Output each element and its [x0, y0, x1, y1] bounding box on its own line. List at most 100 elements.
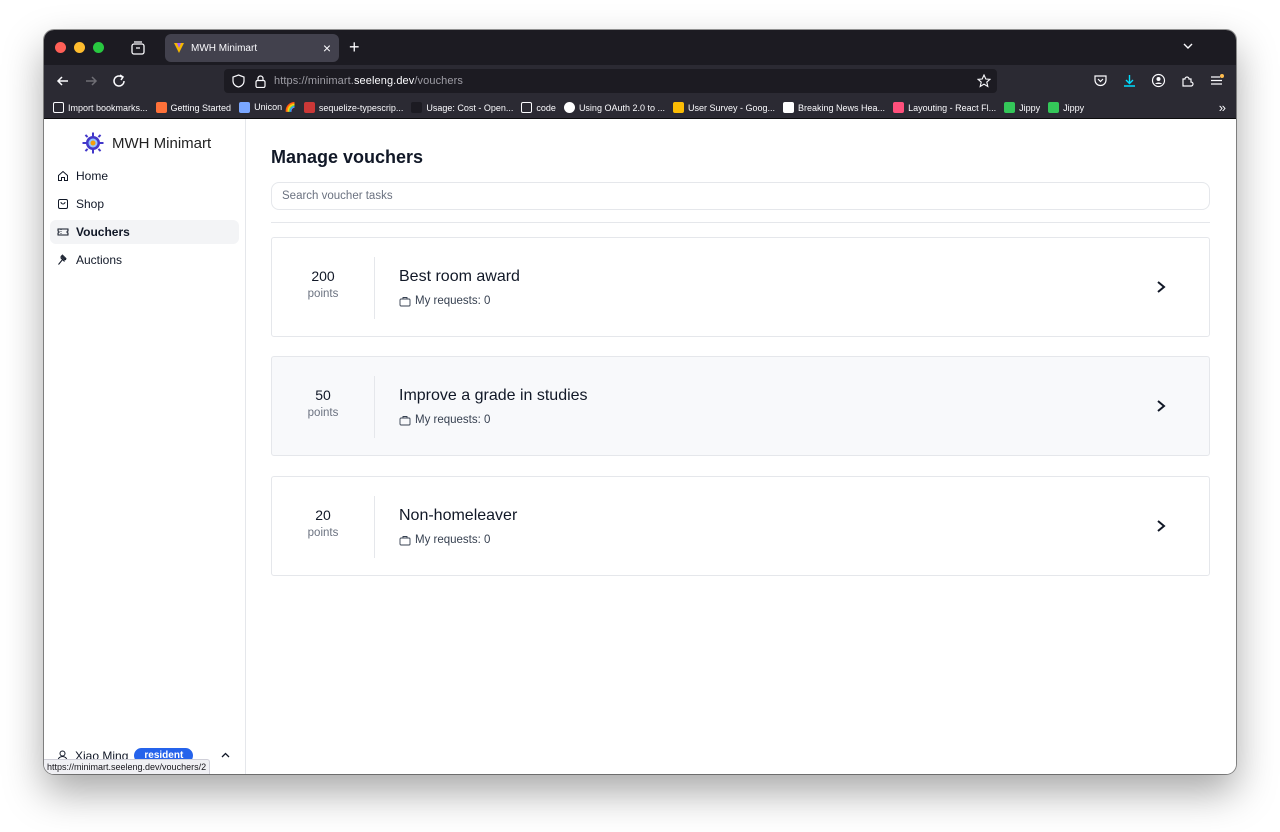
voucher-card[interactable]: 200 points Best room award My requests: …	[271, 237, 1210, 337]
home-icon	[58, 170, 68, 181]
bookmark-item[interactable]: Usage: Cost - Open...	[411, 102, 513, 113]
bookmark-item[interactable]: code	[521, 102, 556, 113]
bookmark-item[interactable]: User Survey - Goog...	[672, 102, 776, 113]
sidebar-item-label: Auctions	[76, 253, 123, 267]
voucher-title: Non-homeleaver	[399, 507, 518, 524]
points-value: 50	[315, 387, 331, 403]
bookmark-item[interactable]: Layouting - React Fl...	[893, 102, 996, 113]
requests-text: My requests: 0	[415, 414, 491, 426]
points-unit: points	[307, 407, 339, 419]
sidebar-item-auctions[interactable]: Auctions	[50, 248, 239, 272]
download-icon[interactable]	[1122, 73, 1137, 88]
points-value: 200	[311, 268, 335, 284]
points-block: 200 points	[272, 268, 374, 300]
google-icon	[563, 102, 575, 113]
navigation-toolbar: https://minimart.seeleng.dev/vouchers	[44, 65, 1236, 97]
bookmark-label: Layouting - React Fl...	[908, 102, 997, 113]
bookmark-label: User Survey - Goog...	[687, 102, 776, 113]
page-content: MWH Minimart Home Shop Vouchers Auctions…	[44, 119, 1236, 774]
new-tab-button[interactable]: +	[349, 38, 360, 56]
more-bookmarks-icon[interactable]: »	[1219, 101, 1226, 114]
gear-logo-icon	[82, 132, 104, 154]
ticket-icon	[57, 228, 69, 236]
voucher-card[interactable]: 50 points Improve a grade in studies My …	[271, 356, 1210, 456]
reload-icon[interactable]	[111, 73, 127, 89]
sidebar-item-home[interactable]: Home	[50, 164, 239, 188]
briefcase-icon	[399, 415, 411, 425]
bookmark-star-icon[interactable]	[977, 74, 991, 88]
bookmark-item[interactable]: Using OAuth 2.0 to ...	[563, 102, 665, 113]
briefcase-icon	[399, 296, 411, 306]
sidebar-item-shop[interactable]: Shop	[50, 192, 239, 216]
requests-info: My requests: 0	[399, 414, 490, 426]
chevron-right-icon[interactable]	[1155, 399, 1167, 413]
chevron-right-icon[interactable]	[1155, 519, 1167, 533]
minimart-favicon-icon	[174, 43, 184, 53]
link-status-bar: https://minimart.seeleng.dev/vouchers/2	[44, 759, 211, 774]
tab-overview-icon[interactable]	[130, 40, 146, 55]
voucher-title: Best room award	[399, 268, 520, 285]
chevron-up-icon[interactable]	[220, 750, 231, 761]
card-divider	[374, 496, 375, 558]
extensions-icon[interactable]	[1180, 73, 1195, 88]
folder-icon	[521, 102, 533, 113]
gavel-icon	[58, 254, 67, 265]
card-divider	[374, 376, 375, 438]
page-title: Manage vouchers	[271, 147, 424, 167]
bookmark-item[interactable]: Jippy	[1004, 102, 1040, 113]
url-text[interactable]: https://minimart.seeleng.dev/vouchers	[274, 75, 463, 87]
browser-window: MWH Minimart × + https://minimart.seelen…	[44, 30, 1236, 774]
toolbar-icons	[1093, 73, 1224, 88]
bookmark-item[interactable]: Getting Started	[155, 102, 232, 113]
bookmarks-toolbar: Import bookmarks... Getting Started Unicon…	[44, 97, 1236, 119]
voucher-card[interactable]: 20 points Non-homeleaver My requests: 0	[271, 476, 1210, 576]
bookmark-item[interactable]: sequelize-typescrip...	[303, 102, 404, 113]
points-value: 20	[315, 507, 331, 523]
bookmark-item[interactable]: Breaking News Hea...	[783, 102, 885, 113]
close-window-button[interactable]	[55, 42, 66, 53]
shield-icon[interactable]	[232, 74, 245, 88]
bookmark-item[interactable]: Jippy	[1048, 102, 1084, 113]
bookmark-item[interactable]: Import bookmarks...	[53, 102, 148, 113]
lock-icon[interactable]	[255, 74, 266, 88]
window-controls	[55, 42, 104, 53]
briefcase-icon	[399, 535, 411, 545]
import-icon	[53, 102, 64, 113]
bookmark-label: sequelize-typescrip...	[318, 102, 404, 113]
brand-name: MWH Minimart	[112, 134, 212, 152]
voucher-title: Improve a grade in studies	[399, 387, 588, 404]
brand[interactable]: MWH Minimart	[82, 132, 211, 154]
address-bar[interactable]: https://minimart.seeleng.dev/vouchers	[224, 69, 997, 93]
bookmark-label: code	[536, 102, 556, 113]
account-icon[interactable]	[1151, 73, 1166, 88]
jippy-icon	[1004, 102, 1016, 113]
close-tab-icon[interactable]: ×	[323, 41, 331, 55]
pocket-icon[interactable]	[1093, 73, 1108, 88]
firefox-icon	[155, 102, 167, 113]
url-prefix: https://minimart.	[274, 75, 354, 87]
forward-arrow-icon[interactable]	[83, 73, 99, 89]
sidebar-item-vouchers[interactable]: Vouchers	[50, 220, 239, 244]
shopping-bag-icon	[58, 199, 68, 209]
back-arrow-icon[interactable]	[55, 73, 71, 89]
maximize-window-button[interactable]	[93, 42, 104, 53]
minimize-window-button[interactable]	[74, 42, 85, 53]
search-input[interactable]	[271, 182, 1210, 210]
chevron-down-icon[interactable]	[1182, 40, 1194, 52]
browser-tab[interactable]: MWH Minimart ×	[165, 34, 339, 62]
points-unit: points	[307, 288, 339, 300]
jippy-icon	[1048, 102, 1060, 113]
bookmark-label: Import bookmarks...	[68, 102, 148, 113]
url-domain: seeleng.dev	[353, 75, 415, 87]
bookmark-item[interactable]: Unicon 🌈	[239, 102, 296, 113]
sidebar: MWH Minimart Home Shop Vouchers Auctions…	[44, 119, 246, 774]
points-unit: points	[307, 527, 339, 539]
points-block: 50 points	[272, 387, 374, 419]
bookmark-label: Using OAuth 2.0 to ...	[578, 102, 665, 113]
tab-strip: MWH Minimart × +	[44, 30, 1236, 65]
news-icon	[783, 102, 795, 113]
bookmark-label: Getting Started	[170, 102, 232, 113]
chevron-right-icon[interactable]	[1155, 280, 1167, 294]
drive-icon	[672, 102, 684, 113]
app-menu-icon[interactable]	[1209, 73, 1224, 88]
